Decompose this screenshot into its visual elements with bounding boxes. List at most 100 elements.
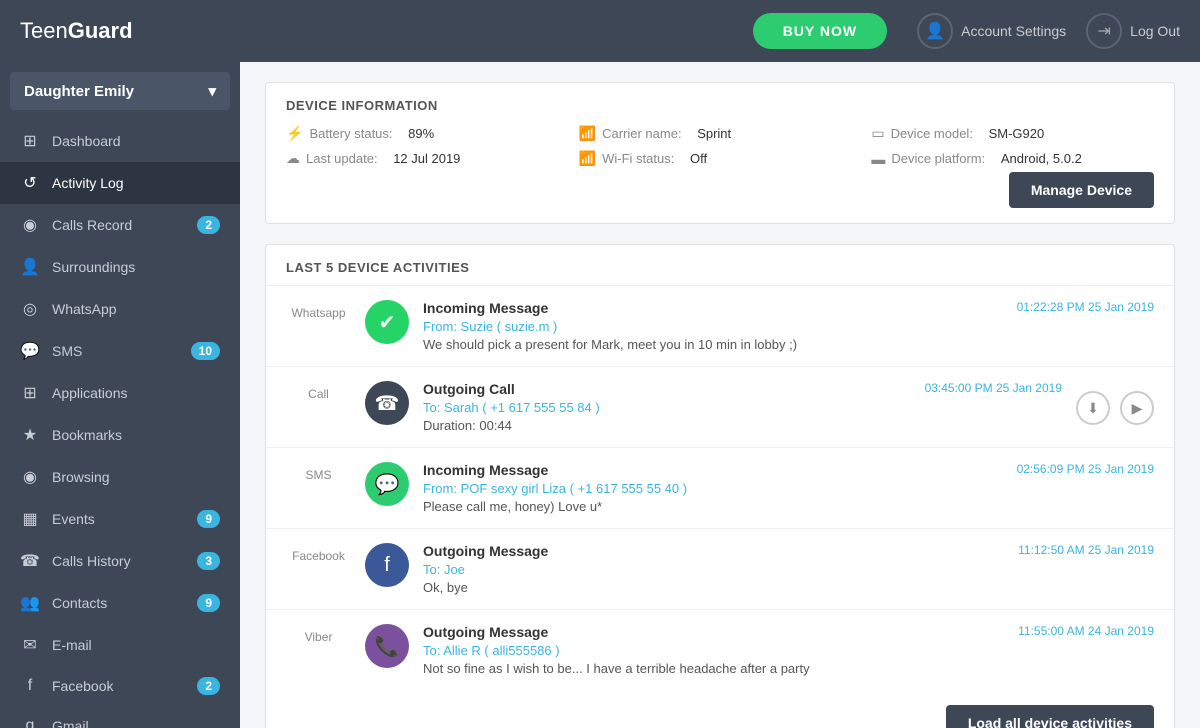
battery-info: ⚡ Battery status: 89% [286, 125, 569, 142]
sidebar-item-applications[interactable]: ⊞ Applications [0, 372, 240, 414]
model-label: Device model: [891, 126, 973, 141]
sidebar-label-sms: SMS [52, 343, 179, 359]
badge-calls-record: 2 [197, 216, 220, 234]
sidebar: Daughter Emily ▾ ⊞ Dashboard ↺ Activity … [0, 62, 240, 728]
facebook-icon: f [20, 677, 40, 695]
activity-item: Viber 📞 Outgoing Message 11:55:00 AM 24 … [266, 610, 1174, 690]
activity-body: Outgoing Message 11:55:00 AM 24 Jan 2019… [423, 624, 1154, 676]
activity-time: 11:55:00 AM 24 Jan 2019 [1018, 624, 1154, 640]
sidebar-item-calls-history[interactable]: ☎ Calls History 3 [0, 540, 240, 582]
manage-device-row: Manage Device [286, 167, 1154, 208]
activity-app-icon: 📞 [365, 624, 409, 668]
sidebar-label-calls-history: Calls History [52, 553, 185, 569]
top-navigation: TeenGuard BUY NOW 👤 Account Settings ⇥ L… [0, 0, 1200, 62]
battery-icon: ⚡ [286, 125, 303, 142]
browsing-icon: ◉ [20, 467, 40, 487]
logout-icon: ⇥ [1086, 13, 1122, 49]
sidebar-item-events[interactable]: ▦ Events 9 [0, 498, 240, 540]
activity-msg: Not so fine as I wish to be... I have a … [423, 661, 1154, 676]
update-icon: ☁ [286, 150, 300, 167]
platform-label: Device platform: [891, 151, 985, 166]
sidebar-label-surroundings: Surroundings [52, 259, 220, 275]
sidebar-item-contacts[interactable]: 👥 Contacts 9 [0, 582, 240, 624]
sidebar-item-surroundings[interactable]: 👤 Surroundings [0, 246, 240, 288]
carrier-label: Carrier name: [602, 126, 681, 141]
wifi-value: Off [690, 151, 707, 166]
badge-calls-history: 3 [197, 552, 220, 570]
chevron-down-icon: ▾ [208, 82, 216, 100]
calls-history-icon: ☎ [20, 551, 40, 571]
model-value: SM-G920 [989, 126, 1045, 141]
device-name: Daughter Emily [24, 83, 134, 100]
activity-time: 01:22:28 PM 25 Jan 2019 [1017, 300, 1154, 316]
device-selector[interactable]: Daughter Emily ▾ [10, 72, 230, 110]
events-icon: ▦ [20, 509, 40, 529]
logo: TeenGuard [20, 18, 133, 44]
activity-body: Outgoing Message 11:12:50 AM 25 Jan 2019… [423, 543, 1154, 595]
dashboard-icon: ⊞ [20, 131, 40, 151]
logout-item[interactable]: ⇥ Log Out [1086, 13, 1180, 49]
sidebar-item-email[interactable]: ✉ E-mail [0, 624, 240, 666]
sidebar-label-gmail: Gmail [52, 718, 220, 728]
activity-app-label: Call [286, 381, 351, 401]
activity-app-label: SMS [286, 462, 351, 482]
sidebar-item-bookmarks[interactable]: ★ Bookmarks [0, 414, 240, 456]
gmail-icon: g [20, 717, 40, 728]
activity-from: From: Suzie ( suzie.m ) [423, 319, 1154, 334]
activity-app-label: Whatsapp [286, 300, 351, 320]
activity-type: Incoming Message [423, 300, 548, 316]
activity-body: Incoming Message 01:22:28 PM 25 Jan 2019… [423, 300, 1154, 352]
sidebar-label-events: Events [52, 511, 185, 527]
sidebar-label-bookmarks: Bookmarks [52, 427, 220, 443]
account-settings-label: Account Settings [961, 23, 1066, 39]
sidebar-label-activity-log: Activity Log [52, 175, 220, 191]
calls-record-icon: ◉ [20, 215, 40, 235]
sidebar-item-browsing[interactable]: ◉ Browsing [0, 456, 240, 498]
update-info: ☁ Last update: 12 Jul 2019 [286, 150, 569, 167]
platform-icon: ▬ [871, 151, 885, 167]
play-button[interactable]: ▶ [1120, 391, 1154, 425]
sidebar-label-dashboard: Dashboard [52, 133, 220, 149]
activity-item: Whatsapp ✔ Incoming Message 01:22:28 PM … [266, 286, 1174, 367]
activity-item: Facebook f Outgoing Message 11:12:50 AM … [266, 529, 1174, 610]
sidebar-item-activity-log[interactable]: ↺ Activity Log [0, 162, 240, 204]
activity-header: Incoming Message 01:22:28 PM 25 Jan 2019 [423, 300, 1154, 316]
load-all-button[interactable]: Load all device activities [946, 705, 1154, 728]
update-value: 12 Jul 2019 [393, 151, 460, 166]
sidebar-item-gmail[interactable]: g Gmail [0, 706, 240, 728]
activity-header: Outgoing Message 11:12:50 AM 25 Jan 2019 [423, 543, 1154, 559]
activities-title: LAST 5 DEVICE ACTIVITIES [266, 245, 1174, 286]
activity-app-icon: ☎ [365, 381, 409, 425]
account-settings-item[interactable]: 👤 Account Settings [917, 13, 1066, 49]
sidebar-label-calls-record: Calls Record [52, 217, 185, 233]
sidebar-item-dashboard[interactable]: ⊞ Dashboard [0, 120, 240, 162]
sidebar-item-whatsapp[interactable]: ◎ WhatsApp [0, 288, 240, 330]
activity-actions: ⬇ ▶ [1076, 381, 1154, 425]
main-layout: Daughter Emily ▾ ⊞ Dashboard ↺ Activity … [0, 62, 1200, 728]
activity-app-icon: ✔ [365, 300, 409, 344]
carrier-value: Sprint [697, 126, 731, 141]
wifi-label: Wi-Fi status: [602, 151, 674, 166]
activity-header: Outgoing Call 03:45:00 PM 25 Jan 2019 [423, 381, 1062, 397]
sidebar-item-facebook[interactable]: f Facebook 2 [0, 666, 240, 706]
update-label: Last update: [306, 151, 378, 166]
activity-app-icon: f [365, 543, 409, 587]
carrier-icon: 📶 [579, 125, 596, 142]
sidebar-item-calls-record[interactable]: ◉ Calls Record 2 [0, 204, 240, 246]
activity-app-label: Viber [286, 624, 351, 644]
download-button[interactable]: ⬇ [1076, 391, 1110, 425]
manage-device-button[interactable]: Manage Device [1009, 172, 1154, 208]
buy-now-button[interactable]: BUY NOW [753, 13, 887, 49]
platform-value: Android, 5.0.2 [1001, 151, 1082, 166]
sidebar-item-sms[interactable]: 💬 SMS 10 [0, 330, 240, 372]
activity-msg: Duration: 00:44 [423, 418, 1062, 433]
carrier-info: 📶 Carrier name: Sprint [579, 125, 862, 142]
badge-sms: 10 [191, 342, 220, 360]
activity-from: To: Sarah ( +1 617 555 55 84 ) [423, 400, 1062, 415]
model-info: ▭ Device model: SM-G920 [871, 125, 1154, 142]
surroundings-icon: 👤 [20, 257, 40, 277]
activity-item: Call ☎ Outgoing Call 03:45:00 PM 25 Jan … [266, 367, 1174, 448]
activity-body: Incoming Message 02:56:09 PM 25 Jan 2019… [423, 462, 1154, 514]
sidebar-label-contacts: Contacts [52, 595, 185, 611]
activity-type: Outgoing Message [423, 543, 548, 559]
